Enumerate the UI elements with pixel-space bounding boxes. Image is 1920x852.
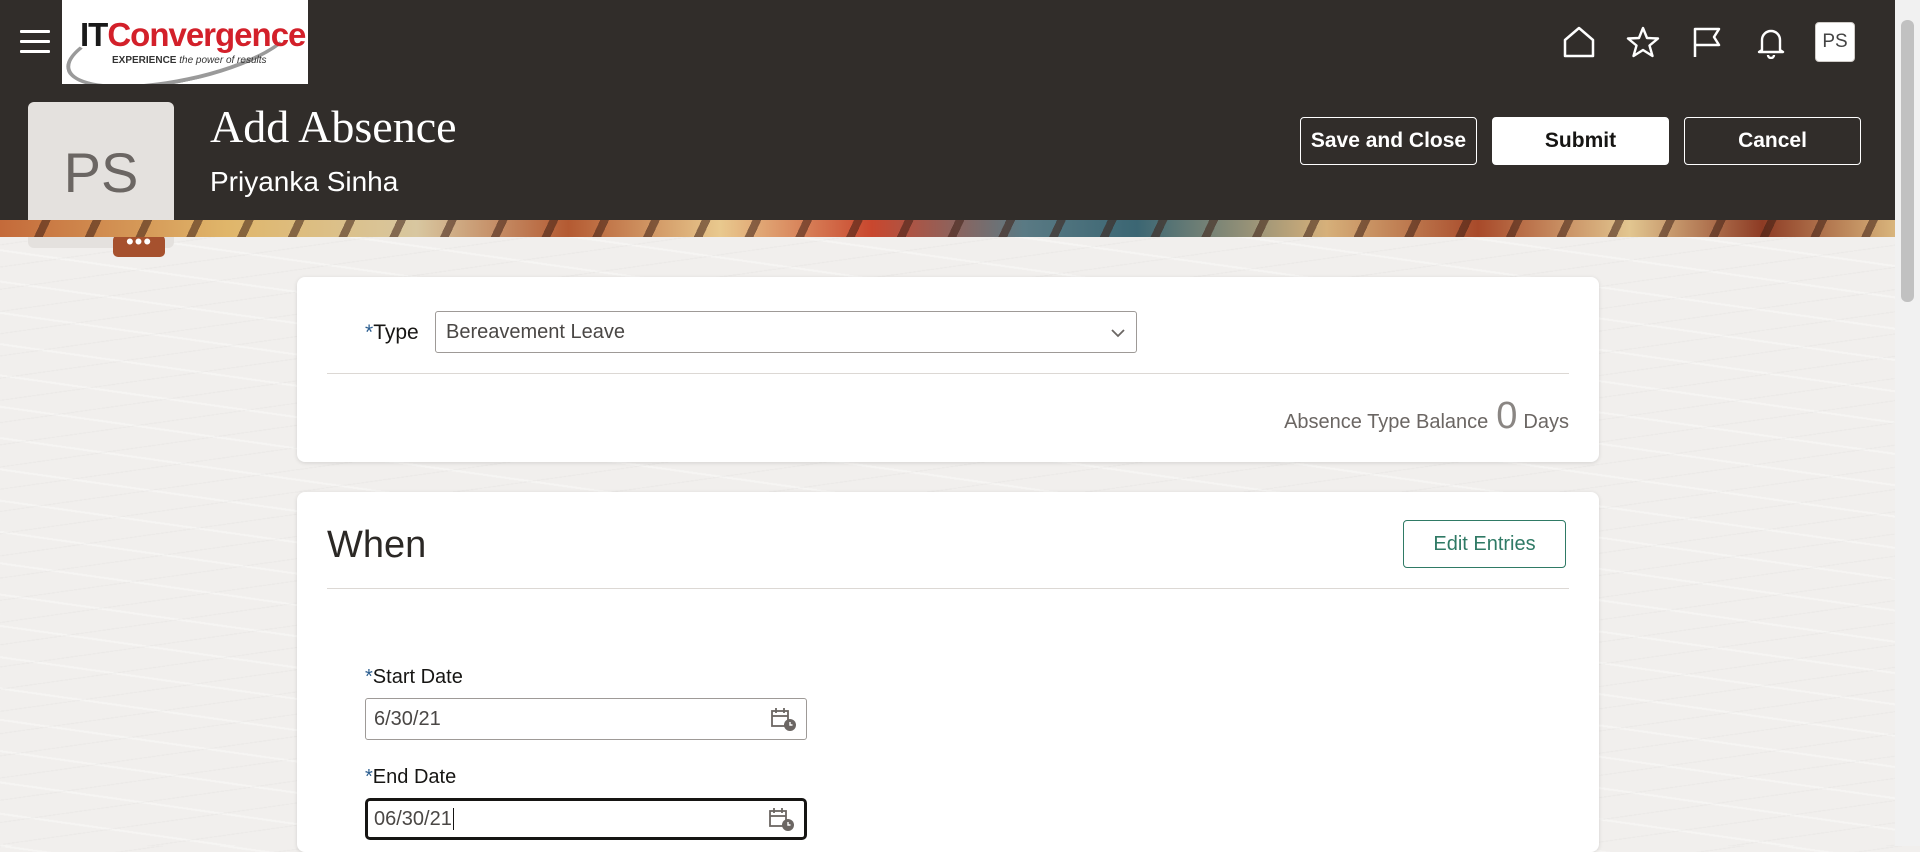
end-date-field[interactable]: 06/30/21 [365, 798, 807, 840]
chevron-down-icon [1110, 324, 1126, 347]
submit-button[interactable]: Submit [1492, 117, 1669, 165]
calendar-icon[interactable] [770, 706, 798, 732]
vertical-scrollbar[interactable] [1895, 0, 1920, 846]
absence-type-select[interactable]: Bereavement Leave [435, 311, 1137, 353]
divider [327, 588, 1569, 589]
scrollbar-thumb[interactable] [1901, 20, 1914, 302]
star-icon[interactable] [1623, 22, 1663, 62]
logo-wordmark: ITConvergence [80, 16, 306, 53]
start-date-value: 6/30/21 [374, 707, 441, 730]
hamburger-menu-icon[interactable] [20, 30, 50, 54]
person-name: Priyanka Sinha [210, 166, 399, 197]
save-and-close-button[interactable]: Save and Close [1300, 117, 1477, 165]
global-header: ITConvergence EXPERIENCE the power of re… [0, 0, 1895, 257]
more-actions-button[interactable]: ••• [113, 231, 165, 257]
calendar-icon[interactable] [768, 806, 796, 832]
end-date-label: *End Date [365, 766, 457, 788]
bell-icon[interactable] [1751, 22, 1791, 62]
divider [327, 373, 1569, 374]
absence-type-value: Bereavement Leave [446, 320, 626, 343]
cancel-button[interactable]: Cancel [1684, 117, 1861, 165]
header-actions: PS [1535, 22, 1855, 62]
start-date-field[interactable]: 6/30/21 [365, 698, 807, 740]
edit-entries-button[interactable]: Edit Entries [1403, 520, 1566, 568]
user-avatar[interactable]: PS [1815, 22, 1855, 62]
start-date-label: *Start Date [365, 666, 463, 688]
home-icon[interactable] [1559, 22, 1599, 62]
balance-value: 0 [1496, 395, 1518, 437]
when-card: When Edit Entries *Start Date 6/30/21 *E… [297, 492, 1599, 852]
page-title: Add Absence [210, 101, 457, 152]
end-date-value: 06/30/21 [374, 807, 454, 831]
type-label: *Type [365, 321, 419, 344]
absence-type-balance: Absence Type Balance 0 Days [1284, 395, 1569, 437]
person-initials: PS [63, 141, 139, 204]
flag-icon[interactable] [1687, 22, 1727, 62]
logo-tagline: EXPERIENCE the power of results [112, 55, 267, 66]
section-title-when: When [327, 524, 427, 566]
absence-type-card: *Type Bereavement Leave Absence Type Bal… [297, 277, 1599, 462]
decorative-banner [0, 220, 1895, 237]
company-logo[interactable]: ITConvergence EXPERIENCE the power of re… [62, 0, 308, 84]
